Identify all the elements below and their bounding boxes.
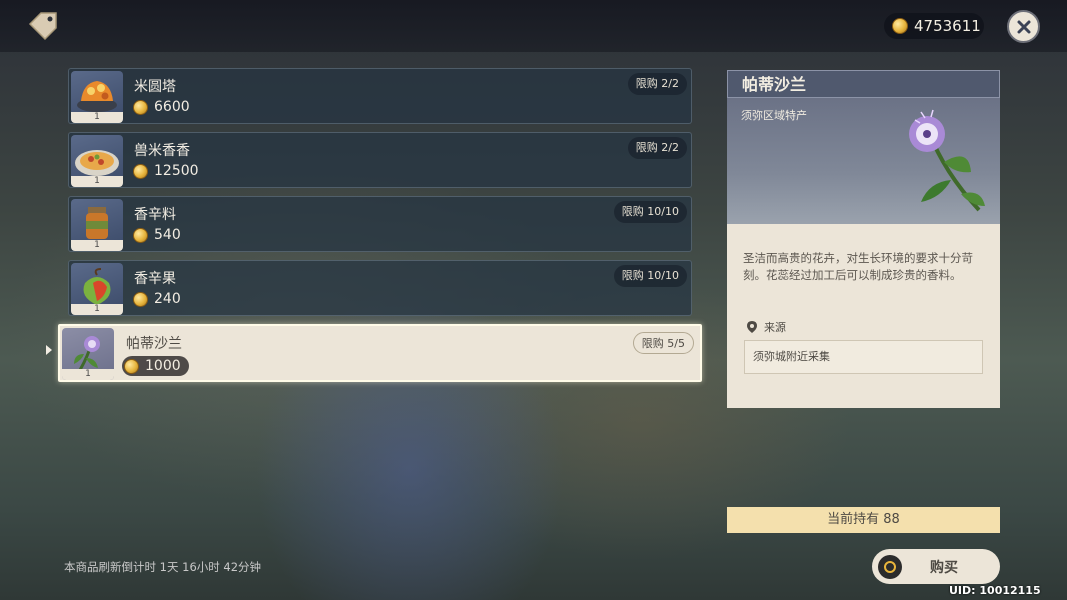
detail-title: 帕蒂沙兰 [727, 70, 1000, 98]
item-price: 1000 [122, 356, 189, 376]
item-name: 香辛料 [134, 207, 176, 223]
item-price-value: 240 [154, 291, 181, 307]
shop-item-selected[interactable]: 1 帕蒂沙兰 1000 限购 5/5 [58, 324, 702, 382]
item-quantity: 1 [71, 176, 123, 187]
mora-coin-icon [133, 99, 148, 115]
purchase-limit-badge: 限购 2/2 [627, 137, 687, 159]
mora-coin-icon [892, 18, 908, 34]
item-quantity: 1 [71, 240, 123, 251]
item-quantity: 1 [71, 112, 123, 123]
item-price-value: 540 [154, 227, 181, 243]
purchase-limit-badge: 限购 5/5 [632, 332, 694, 354]
item-price-value: 1000 [145, 358, 181, 374]
purchase-limit-badge: 限购 10/10 [613, 265, 687, 287]
selection-arrow-icon [46, 345, 52, 355]
owned-count-bar: 当前持有 88 [727, 507, 1000, 533]
currency-display: 4753611 [884, 13, 984, 39]
source-label: 来源 [764, 321, 786, 334]
mora-coin-icon [133, 163, 148, 179]
buy-button[interactable]: 购买 [872, 549, 1000, 584]
close-icon [1017, 20, 1030, 33]
mora-coin-icon [133, 227, 148, 243]
shop-item[interactable]: 1 米圆塔 6600 限购 2/2 [68, 68, 692, 124]
player-uid: UID: 10012115 [949, 584, 1041, 597]
meat-rice-dish-icon: 1 [71, 135, 123, 187]
source-heading: 来源 [747, 319, 786, 335]
item-price: 6600 [133, 99, 190, 115]
item-quantity: 1 [71, 304, 123, 315]
item-price: 540 [133, 227, 181, 243]
shop-item-list: 1 米圆塔 6600 限购 2/2 1 兽米香香 12500 限购 2/2 1 … [58, 68, 702, 390]
item-name: 帕蒂沙兰 [126, 336, 182, 352]
mora-coin-icon [124, 358, 139, 374]
spice-jar-icon: 1 [71, 199, 123, 251]
refresh-countdown: 本商品刷新倒计时 1天 16小时 42分钟 [64, 560, 262, 574]
shop-item[interactable]: 1 香辛果 240 限购 10/10 [68, 260, 692, 316]
item-name: 米圆塔 [134, 79, 176, 95]
purchase-limit-badge: 限购 2/2 [627, 73, 687, 95]
item-price: 12500 [133, 163, 199, 179]
purchase-limit-badge: 限购 10/10 [613, 201, 687, 223]
shop-item[interactable]: 1 兽米香香 12500 限购 2/2 [68, 132, 692, 188]
shop-item[interactable]: 1 香辛料 540 限购 10/10 [68, 196, 692, 252]
controller-button-icon [878, 554, 902, 579]
padisarah-flower-icon: 1 [62, 328, 114, 380]
detail-hero: 须弥区域特产 [727, 98, 1000, 224]
detail-region: 须弥区域特产 [741, 109, 807, 122]
source-entry[interactable]: 须弥城附近采集 [744, 340, 983, 374]
close-button[interactable] [1007, 10, 1040, 43]
buy-button-label: 购买 [930, 559, 958, 576]
rice-cake-tower-icon: 1 [71, 71, 123, 123]
item-price: 240 [133, 291, 181, 307]
spice-fruit-icon: 1 [71, 263, 123, 315]
location-pin-icon [747, 321, 757, 333]
item-name: 香辛果 [134, 271, 176, 287]
item-quantity: 1 [62, 369, 114, 380]
item-detail-panel: 帕蒂沙兰 须弥区域特产 圣洁而高贵的花卉，对生长环境的要求十分苛刻。花蕊经过加工… [727, 70, 1000, 408]
price-tag-icon [26, 10, 60, 44]
item-name: 兽米香香 [134, 143, 190, 159]
item-price-value: 12500 [154, 163, 199, 179]
top-bar: 4753611 [0, 0, 1067, 52]
currency-amount: 4753611 [914, 17, 981, 35]
item-price-value: 6600 [154, 99, 190, 115]
padisarah-flower-icon [909, 109, 985, 212]
detail-description: 圣洁而高贵的花卉，对生长环境的要求十分苛刻。花蕊经过加工后可以制成珍贵的香料。 [743, 251, 973, 282]
mora-coin-icon [133, 291, 148, 307]
